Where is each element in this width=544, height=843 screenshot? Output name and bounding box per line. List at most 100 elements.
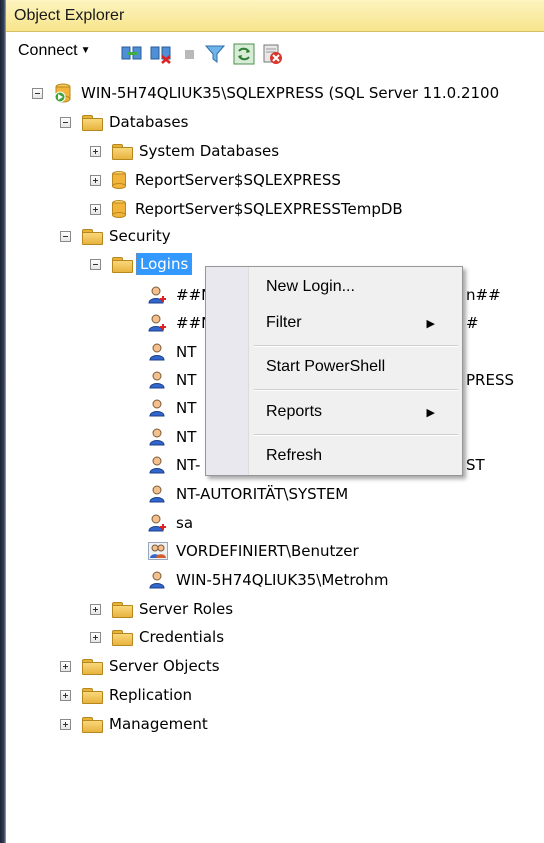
login-disabled-icon [148, 286, 168, 304]
node-label: Server Objects [109, 657, 220, 675]
node-label: NT [176, 399, 197, 417]
logins-context-menu: New Login... Filter ▶ Start PowerShell R… [205, 266, 463, 476]
expand-toggle[interactable] [60, 660, 71, 672]
user-icon [148, 485, 168, 503]
server-icon [53, 83, 73, 103]
node-label: System Databases [139, 142, 280, 160]
folder-icon [111, 256, 133, 273]
tree-node-database[interactable]: ReportServer$SQLEXPRESS [90, 167, 341, 193]
menu-item-new-login[interactable]: New Login... [266, 278, 355, 296]
menu-item-label: Reports [266, 403, 323, 420]
login-disabled-icon [148, 514, 168, 532]
node-label: Databases [109, 113, 189, 131]
submenu-arrow-icon: ▶ [426, 407, 435, 419]
node-label-selected: Logins [136, 253, 193, 275]
tree-node-server[interactable]: WIN-5H74QLIUK35\SQLEXPRESS (SQL Server 1… [32, 80, 499, 106]
user-icon [148, 371, 168, 389]
menu-item-label: Filter [266, 314, 302, 331]
user-icon [148, 428, 168, 446]
node-label: ReportServer$SQLEXPRESS [135, 171, 341, 189]
login-name-fragment: n## [466, 286, 501, 304]
expand-toggle[interactable] [60, 689, 71, 701]
login-name-fragment: PRESS [466, 371, 514, 389]
user-icon [148, 399, 168, 417]
node-label: NT [176, 428, 197, 446]
tree-node-server-roles[interactable]: Server Roles [90, 596, 233, 622]
server-name: WIN-5H74QLIUK35\SQLEXPRESS (SQL Server 1… [81, 84, 500, 102]
folder-icon [81, 687, 103, 704]
tree-node-login[interactable]: NT [148, 424, 196, 450]
menu-item-label: Start PowerShell [266, 358, 386, 375]
menu-item-label: New Login... [266, 278, 355, 295]
user-icon [148, 456, 168, 474]
expand-toggle[interactable] [90, 603, 101, 615]
menu-item-filter[interactable]: Filter ▶ [266, 314, 451, 332]
expand-toggle[interactable] [90, 203, 101, 215]
tree-node-server-objects[interactable]: Server Objects [60, 653, 220, 679]
context-menu-gutter [206, 267, 249, 475]
node-label: VORDEFINIERT\Benutzer [176, 542, 359, 560]
folder-icon [111, 143, 133, 160]
menu-separator [254, 434, 458, 436]
tree-node-login[interactable]: ##N [148, 310, 212, 336]
login-name-fragment: ST [466, 456, 485, 474]
menu-separator [254, 389, 458, 391]
collapse-toggle[interactable] [90, 258, 101, 270]
node-label: sa [176, 514, 194, 532]
folder-icon [81, 716, 103, 733]
node-label: ReportServer$SQLEXPRESSTempDB [135, 200, 403, 218]
folder-icon [111, 629, 133, 646]
expand-toggle[interactable] [90, 174, 101, 186]
node-label: WIN-5H74QLIUK35\Metrohm [176, 571, 389, 589]
menu-item-refresh[interactable]: Refresh [266, 447, 322, 465]
tree-node-login[interactable]: ##N [148, 282, 212, 308]
tree-node-replication[interactable]: Replication [60, 682, 192, 708]
menu-item-reports[interactable]: Reports ▶ [266, 403, 451, 421]
node-label: Management [109, 715, 208, 733]
tree-node-login[interactable]: NT- [148, 452, 200, 478]
tree-node-login[interactable]: sa [148, 510, 193, 536]
node-label: NT-AUTORITÄT\SYSTEM [176, 485, 349, 503]
expand-toggle[interactable] [90, 631, 101, 643]
folder-icon [81, 228, 103, 245]
tree-node-login[interactable]: NT [148, 339, 196, 365]
node-label: NT [176, 343, 197, 361]
tree-node-login[interactable]: WIN-5H74QLIUK35\Metrohm [148, 567, 389, 593]
node-label: Security [109, 227, 171, 245]
collapse-toggle[interactable] [60, 116, 71, 128]
node-label: NT- [176, 456, 201, 474]
menu-item-start-powershell[interactable]: Start PowerShell [266, 358, 385, 376]
menu-item-label: Refresh [266, 447, 323, 464]
tree-node-databases[interactable]: Databases [60, 109, 188, 135]
menu-separator [254, 345, 458, 347]
user-icon [148, 571, 168, 589]
folder-icon [81, 658, 103, 675]
folder-icon [111, 601, 133, 618]
node-label: Replication [109, 686, 193, 704]
database-icon [111, 170, 127, 190]
expand-toggle[interactable] [90, 145, 101, 157]
login-name-fragment: # [466, 314, 479, 332]
tree-node-logins[interactable]: Logins [90, 251, 193, 277]
tree-node-credentials[interactable]: Credentials [90, 624, 224, 650]
group-icon [148, 542, 168, 560]
submenu-arrow-icon: ▶ [426, 318, 435, 330]
user-icon [148, 343, 168, 361]
tree-node-system-databases[interactable]: System Databases [90, 138, 279, 164]
database-icon [111, 199, 127, 219]
tree-node-management[interactable]: Management [60, 711, 208, 737]
collapse-toggle[interactable] [60, 230, 71, 242]
node-label: Credentials [139, 628, 225, 646]
tree-node-login[interactable]: NT-AUTORITÄT\SYSTEM [148, 481, 348, 507]
expand-toggle[interactable] [60, 718, 71, 730]
tree-node-security[interactable]: Security [60, 223, 171, 249]
node-label: Server Roles [139, 600, 234, 618]
login-disabled-icon [148, 314, 168, 332]
collapse-toggle[interactable] [32, 87, 43, 99]
folder-icon [81, 114, 103, 131]
tree-node-login[interactable]: NT [148, 395, 196, 421]
tree-node-database[interactable]: ReportServer$SQLEXPRESSTempDB [90, 196, 403, 222]
tree-node-login[interactable]: NT [148, 367, 196, 393]
tree-node-login[interactable]: VORDEFINIERT\Benutzer [148, 538, 359, 564]
node-label: NT [176, 371, 197, 389]
